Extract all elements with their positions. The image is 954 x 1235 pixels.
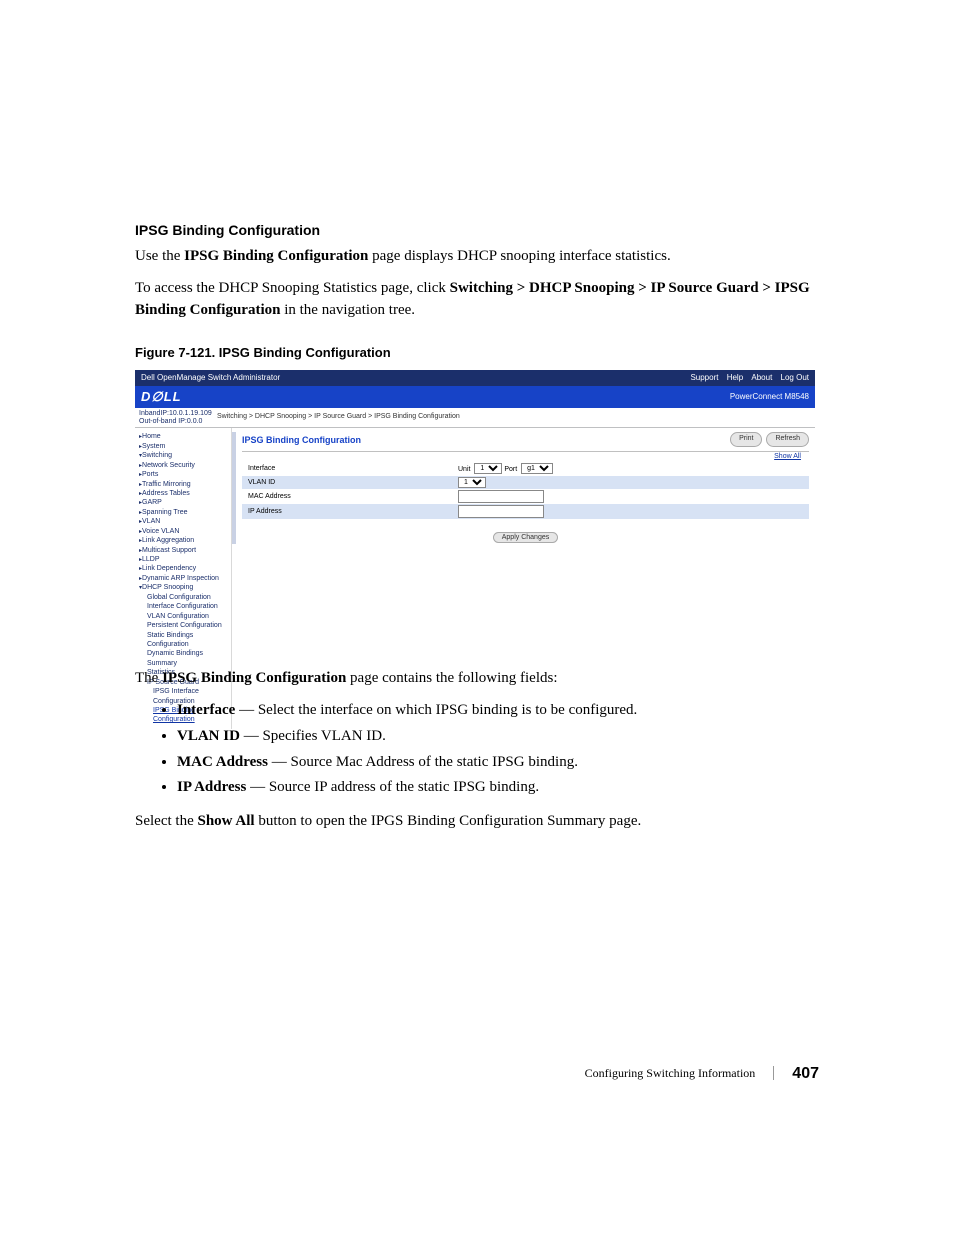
nav-item[interactable]: Global Configuration	[139, 593, 229, 602]
text: page displays DHCP snooping interface st…	[368, 248, 670, 264]
apply-button[interactable]: Apply Changes	[493, 532, 558, 543]
screenshot: Dell OpenManage Switch Administrator Sup…	[135, 370, 815, 660]
nav-item[interactable]: Static Bindings Configuration	[139, 631, 229, 650]
text: Use the	[135, 248, 184, 264]
refresh-button[interactable]: Refresh	[766, 432, 809, 446]
nav-item[interactable]: Dynamic Bindings Summary	[139, 649, 229, 668]
field-desc: — Specifies VLAN ID.	[240, 728, 386, 744]
document-page: IPSG Binding Configuration Use the IPSG …	[0, 0, 954, 1235]
form-value	[458, 505, 544, 518]
list-item: IP Address — Source IP address of the st…	[177, 777, 819, 799]
nav-item[interactable]: Network Security	[139, 461, 229, 470]
list-item: MAC Address — Source Mac Address of the …	[177, 752, 819, 774]
access-paragraph: To access the DHCP Snooping Statistics p…	[135, 278, 819, 322]
field-term: MAC Address	[177, 754, 268, 770]
form-row-interface: Interface Unit 1 Port g1	[242, 462, 809, 475]
top-link-help[interactable]: Help	[727, 373, 743, 382]
form-row-ip: IP Address	[242, 504, 809, 519]
nav-item[interactable]: Persistent Configuration	[139, 621, 229, 630]
unit-label: Unit	[458, 466, 470, 473]
text: in the navigation tree.	[280, 302, 415, 318]
nav-item[interactable]: Switching	[139, 451, 229, 460]
text: The	[135, 670, 162, 686]
port-label: Port	[504, 466, 517, 473]
brand-bar: D∅LL PowerConnect M8548	[135, 386, 815, 408]
list-item: VLAN ID — Specifies VLAN ID.	[177, 726, 819, 748]
nav-item[interactable]: Home	[139, 432, 229, 441]
info-row: InbandIP:10.0.1.19.109 Out-of-band IP:0.…	[135, 408, 815, 428]
oob-ip: Out-of-band IP:0.0.0	[139, 418, 209, 426]
panel-divider	[232, 432, 236, 543]
field-term: IP Address	[177, 779, 246, 795]
field-term: VLAN ID	[177, 728, 240, 744]
field-desc: — Source IP address of the static IPSG b…	[246, 779, 539, 795]
nav-item[interactable]: Traffic Mirroring	[139, 480, 229, 489]
nav-item[interactable]: Address Tables	[139, 489, 229, 498]
nav-item[interactable]: Dynamic ARP Inspection	[139, 574, 229, 583]
form-row-vlan: VLAN ID 1	[242, 476, 809, 489]
nav-item[interactable]: Ports	[139, 470, 229, 479]
top-link-logout[interactable]: Log Out	[781, 373, 809, 382]
intro-paragraph: Use the IPSG Binding Configuration page …	[135, 246, 819, 268]
nav-item[interactable]: Multicast Support	[139, 546, 229, 555]
ip-input[interactable]	[458, 505, 544, 518]
brand-logo: D∅LL	[141, 388, 182, 407]
field-term: Interface	[177, 702, 235, 718]
form-row-mac: MAC Address	[242, 489, 809, 504]
main-panel: Print Refresh Show All IPSG Binding Conf…	[232, 428, 815, 729]
text: To access the DHCP Snooping Statistics p…	[135, 280, 450, 296]
model-label: PowerConnect M8548	[730, 391, 809, 403]
inband-ip: InbandIP:10.0.1.19.109	[139, 410, 209, 418]
panel-heading: IPSG Binding Configuration	[242, 432, 809, 452]
top-link-about[interactable]: About	[751, 373, 772, 382]
form-label: MAC Address	[248, 492, 458, 502]
figure-caption: Figure 7-121. IPSG Binding Configuration	[135, 344, 819, 363]
page-number: 407	[792, 1062, 819, 1085]
page-footer: Configuring Switching Information 407	[585, 1062, 819, 1085]
breadcrumb: Switching > DHCP Snooping > IP Source Gu…	[213, 408, 815, 427]
text-bold: IPSG Binding Configuration	[184, 248, 368, 264]
closing-paragraph: Select the Show All button to open the I…	[135, 811, 819, 833]
nav-item[interactable]: Voice VLAN	[139, 527, 229, 536]
vlan-select[interactable]: 1	[458, 477, 486, 488]
nav-item[interactable]: Link Dependency	[139, 564, 229, 573]
form-value: 1	[458, 477, 486, 488]
unit-select[interactable]: 1	[474, 463, 502, 474]
top-link-bar: Support Help About Log Out	[684, 372, 809, 384]
field-desc: — Source Mac Address of the static IPSG …	[268, 754, 578, 770]
window-titlebar: Dell OpenManage Switch Administrator Sup…	[135, 370, 815, 386]
nav-item[interactable]: Spanning Tree	[139, 508, 229, 517]
nav-item[interactable]: Interface Configuration	[139, 602, 229, 611]
nav-item[interactable]: Link Aggregation	[139, 536, 229, 545]
form-label: IP Address	[248, 507, 458, 517]
text: Select the	[135, 813, 197, 829]
nav-item[interactable]: LLDP	[139, 555, 229, 564]
nav-item[interactable]: GARP	[139, 498, 229, 507]
footer-divider	[773, 1066, 774, 1080]
text-bold: Show All	[197, 813, 254, 829]
text: button to open the IPGS Binding Configur…	[255, 813, 642, 829]
top-link-support[interactable]: Support	[690, 373, 718, 382]
footer-text: Configuring Switching Information	[585, 1065, 756, 1082]
nav-item[interactable]: System	[139, 442, 229, 451]
device-ident: InbandIP:10.0.1.19.109 Out-of-band IP:0.…	[135, 408, 213, 427]
button-bar: Print Refresh Show All	[730, 432, 809, 462]
form-value: Unit 1 Port g1	[458, 463, 553, 474]
port-select[interactable]: g1	[521, 463, 553, 474]
screenshot-body: HomeSystemSwitchingNetwork SecurityPorts…	[135, 428, 815, 729]
show-all-button[interactable]: Show All	[766, 451, 809, 463]
nav-item[interactable]: VLAN Configuration	[139, 612, 229, 621]
mac-input[interactable]	[458, 490, 544, 503]
section-heading: IPSG Binding Configuration	[135, 220, 819, 240]
nav-item[interactable]: DHCP Snooping	[139, 583, 229, 592]
window-title: Dell OpenManage Switch Administrator	[141, 372, 280, 384]
print-button[interactable]: Print	[730, 432, 762, 446]
form-label: VLAN ID	[248, 478, 458, 488]
nav-item[interactable]: VLAN	[139, 517, 229, 526]
form-value	[458, 490, 544, 503]
form-label: Interface	[248, 464, 458, 474]
config-form: Interface Unit 1 Port g1 VLAN ID	[242, 462, 809, 543]
